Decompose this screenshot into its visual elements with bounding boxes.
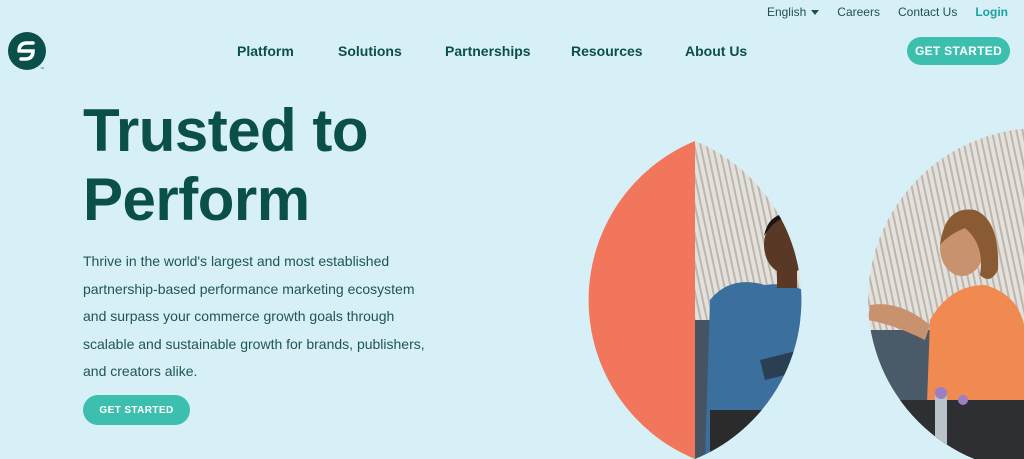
get-started-hero-button[interactable]: GET STARTED bbox=[83, 395, 190, 425]
cj-logo[interactable] bbox=[8, 32, 46, 70]
utility-bar: English Careers Contact Us Login bbox=[767, 5, 1008, 19]
careers-link[interactable]: Careers bbox=[837, 5, 880, 19]
hero-description: Thrive in the world's largest and most e… bbox=[83, 253, 425, 379]
photo-woman-talking bbox=[868, 128, 1024, 459]
nav-item-about-us[interactable]: About Us bbox=[685, 43, 765, 59]
main-nav: Platform Solutions Partnerships Resource… bbox=[237, 43, 765, 59]
caret-down-icon bbox=[811, 10, 820, 15]
photo-man-talking bbox=[695, 141, 802, 459]
nav-item-platform[interactable]: Platform bbox=[237, 43, 338, 59]
hero-title: Trusted to Perform bbox=[83, 96, 369, 234]
nav-item-resources[interactable]: Resources bbox=[571, 43, 685, 59]
language-label: English bbox=[766, 5, 807, 19]
login-link[interactable]: Login bbox=[975, 5, 1008, 19]
language-selector[interactable]: English bbox=[766, 5, 820, 19]
nav-item-solutions[interactable]: Solutions bbox=[338, 43, 445, 59]
coral-half-circle bbox=[588, 141, 695, 459]
hero-title-line-2: Perform bbox=[83, 166, 310, 233]
trademark-mark: ™ bbox=[40, 66, 44, 71]
nav-item-partnerships[interactable]: Partnerships bbox=[445, 43, 571, 59]
get-started-nav-button[interactable]: GET STARTED bbox=[907, 37, 1010, 65]
cj-logo-icon bbox=[17, 41, 35, 61]
hero-title-line-1: Trusted to bbox=[83, 97, 369, 164]
contact-us-link[interactable]: Contact Us bbox=[898, 5, 957, 19]
